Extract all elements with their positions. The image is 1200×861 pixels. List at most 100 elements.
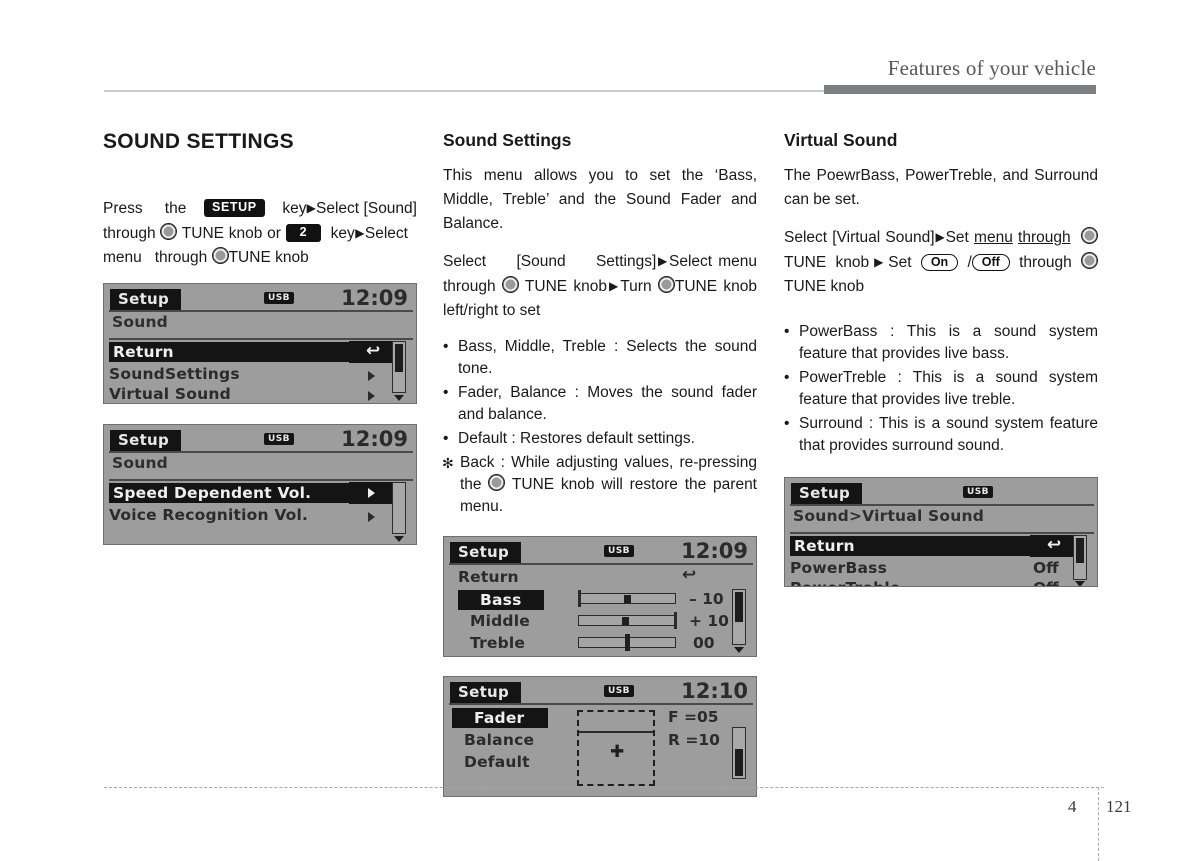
bullet-icon: • (443, 384, 449, 401)
lcd1-scrollbar-thumb[interactable] (395, 344, 403, 372)
lcd5-row-powerbass[interactable]: PowerBass (790, 559, 887, 577)
lcd3-row-middle[interactable]: Middle (470, 612, 530, 630)
chevron-right-icon-right-a: ▶ (934, 230, 946, 244)
lcd1-row-sound-settings[interactable]: SoundSettings (109, 365, 240, 383)
middle-steps-paragraph: Select [Sound Settings]▶Select menu thro… (443, 249, 757, 323)
fader-position-cursor[interactable]: ✚ (610, 744, 624, 761)
middle-bullet-list: • Bass, Middle, Treble : Selects the sou… (442, 336, 757, 518)
bullet-icon: • (784, 369, 790, 386)
list-item: • PowerTreble : This is a sound system f… (784, 367, 1098, 411)
lcd3-row-bass[interactable]: Bass (458, 590, 544, 610)
lcd4-row-default[interactable]: Default (464, 753, 530, 771)
lcd5-scroll-down-arrow[interactable] (1075, 581, 1085, 586)
bullet-icon: • (443, 430, 449, 447)
page-title: Features of your vehicle (887, 56, 1096, 80)
tune-knob-icon (160, 223, 178, 240)
lcd-screen-virtual-sound: Setup USB Sound>Virtual Sound Return ↩ P… (784, 477, 1098, 587)
lcd1-row-return[interactable]: Return (109, 342, 357, 362)
lcd3-scroll-down-arrow[interactable] (734, 647, 744, 653)
lcd4-scrollbar-thumb[interactable] (735, 749, 743, 776)
text-through: through (154, 249, 208, 266)
usb-icon-4: USB (604, 685, 634, 697)
lcd2-row-speed-dependent-vol[interactable]: Speed Dependent Vol. (109, 483, 357, 503)
asterisk-note-icon: ✻ (442, 455, 454, 471)
lcd5-rule-mid (790, 532, 1094, 534)
right-steps-paragraph: Select [Virtual Sound]▶Set menu through … (784, 225, 1098, 299)
lcd5-title: Setup (791, 483, 863, 504)
lcd5-row-powertreble-label: PowerTreble (790, 579, 901, 586)
header-accent-bar (824, 85, 1096, 94)
lcd1-scroll-down-arrow[interactable] (394, 395, 404, 401)
lcd3-bass-value: – 10 (689, 590, 724, 608)
lcd4-title: Setup (450, 682, 522, 703)
lcd5-rule-top (790, 504, 1094, 506)
lcd4-row-balance[interactable]: Balance (464, 731, 534, 749)
text-press: Press (103, 200, 143, 217)
list-item: • Default : Restores default settings. (443, 428, 757, 450)
lcd1-breadcrumb: Sound (112, 313, 168, 331)
lcd1-row-virtual-sound[interactable]: Virtual Sound (109, 385, 231, 403)
lcd2-scrollbar[interactable] (392, 482, 406, 534)
lcd2-row-voice-recognition-vol[interactable]: Voice Recognition Vol. (109, 506, 308, 524)
lcd5-scrollbar-thumb[interactable] (1076, 538, 1084, 563)
right-text-through: through (1018, 229, 1071, 246)
fader-pad-divider (579, 731, 653, 733)
lcd-screen-sound-tone: Setup USB 12:09 Return ↩ Bass – 10 Middl… (443, 536, 757, 657)
setup-key-badge[interactable]: SETUP (204, 199, 265, 217)
lcd2-scroll-down-arrow[interactable] (394, 536, 404, 542)
mid-text-tune-knob: TUNE knob (524, 278, 608, 295)
list-item-text: PowerBass : This is a sound system featu… (799, 323, 1098, 362)
lcd1-title: Setup (110, 289, 182, 310)
text-select: Select (316, 200, 360, 217)
lcd4-row-fader[interactable]: Fader (452, 708, 549, 728)
lcd-screen-fader-balance: Setup USB 12:10 Fader Balance Default ✚ … (443, 676, 757, 797)
lcd3-rule-top (449, 563, 753, 565)
bullet-icon: • (784, 415, 790, 432)
footer-chapter-number: 4 (1068, 797, 1077, 816)
lcd3-row-treble[interactable]: Treble (470, 634, 525, 652)
page-header: Features of your vehicle (0, 0, 1200, 100)
lcd3-scrollbar-thumb[interactable] (735, 592, 743, 622)
usb-icon-5: USB (963, 486, 993, 498)
bullet-icon: • (784, 323, 790, 340)
lcd3-middle-slider-knob[interactable] (622, 617, 629, 625)
right-text-set2: Set (888, 254, 912, 271)
lcd5-row-return[interactable]: Return (790, 536, 1038, 556)
return-arrow-icon-lcd3: ↩ (682, 565, 697, 585)
chevron-right-icon-lcd2-b (368, 512, 375, 522)
chevron-right-icon: ▶ (306, 201, 317, 215)
bullet-icon: • (443, 338, 449, 355)
section-title: SOUND SETTINGS (103, 130, 294, 153)
lcd3-bass-slider-knob[interactable] (624, 595, 631, 603)
right-text-tune-knob2: TUNE knob (784, 278, 865, 295)
lcd2-row-speed-label: Speed Dependent Vol. (113, 484, 312, 502)
column-middle: Sound Settings This menu allows you to s… (442, 130, 757, 797)
chevron-right-icon-lcd2-a (368, 488, 375, 498)
lcd4-row-default-label: Default (464, 753, 530, 771)
mid-text-turn: Turn (620, 278, 652, 295)
off-toggle-badge[interactable]: Off (971, 254, 1010, 271)
tune-knob-icon-right-b (1080, 252, 1098, 269)
lcd4-row-balance-label: Balance (464, 731, 535, 749)
chevron-right-icon-2: ▶ (354, 226, 365, 240)
usb-icon: USB (264, 292, 294, 304)
sub-title-virtual-sound: Virtual Sound (784, 130, 898, 150)
list-item-text: PowerTreble : This is a sound system fea… (799, 369, 1098, 408)
lcd5-row-powertreble[interactable]: PowerTreble (790, 579, 901, 586)
list-item-text: Surround : This is a sound system featur… (799, 415, 1098, 454)
lcd5-row-return-label: Return (794, 537, 855, 555)
lcd3-clock: 12:09 (681, 539, 748, 563)
right-text-select-virtual: Select [Virtual Sound] (784, 229, 935, 246)
on-toggle-badge[interactable]: On (920, 254, 959, 271)
lcd1-row-return-label: Return (113, 343, 174, 361)
lcd4-rule-top (449, 703, 753, 705)
usb-icon-3: USB (604, 545, 634, 557)
lcd2-row-voice-label: Voice Recognition Vol. (109, 506, 309, 524)
note-text-post: TUNE knob will restore the parent menu. (460, 476, 757, 515)
left-instruction-paragraph: Press the SETUP key▶Select [Sound] throu… (103, 196, 417, 270)
number-2-key-badge[interactable]: 2 (285, 224, 322, 242)
column-left: SOUND SETTINGS Press the SETUP key▶Selec… (103, 130, 417, 545)
lcd3-row-return[interactable]: Return (458, 568, 519, 586)
text-menu: menu (103, 249, 142, 266)
lcd3-treble-slider-knob[interactable] (625, 634, 630, 651)
